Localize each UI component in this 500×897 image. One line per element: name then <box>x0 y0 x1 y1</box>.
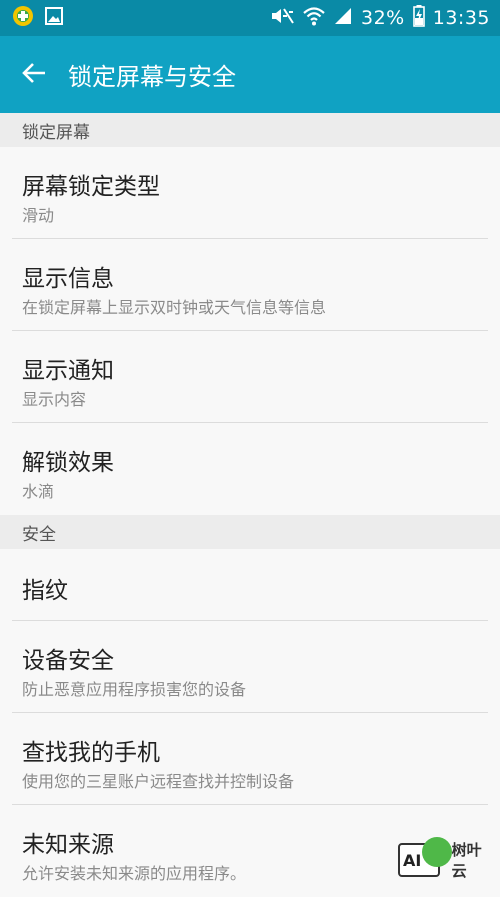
setting-show-info[interactable]: 显示信息 在锁定屏幕上显示双时钟或天气信息等信息 <box>0 239 500 331</box>
setting-find-my-mobile[interactable]: 查找我的手机 使用您的三星账户远程查找并控制设备 <box>0 713 500 805</box>
system-icons: 32% 13:35 <box>269 5 490 31</box>
app-notification-icon <box>12 5 34 31</box>
setting-show-notifications[interactable]: 显示通知 显示内容 <box>0 331 500 423</box>
status-bar: 32% 13:35 <box>0 0 500 36</box>
section-header-security: 安全 <box>0 515 500 549</box>
watermark-badge-text: AI <box>403 850 422 870</box>
setting-subtitle: 允许安装未知来源的应用程序。 <box>22 864 247 883</box>
setting-subtitle: 水滴 <box>22 482 55 501</box>
setting-title: 显示通知 <box>22 358 114 384</box>
setting-title: 设备安全 <box>22 648 114 674</box>
setting-subtitle: 在锁定屏幕上显示双时钟或天气信息等信息 <box>22 298 327 317</box>
section-header-lock-screen: 锁定屏幕 <box>0 113 500 147</box>
watermark-badge: AI <box>398 837 452 877</box>
watermark-text: 树叶云 <box>451 841 482 880</box>
clock: 13:35 <box>432 7 490 29</box>
setting-title: 显示信息 <box>22 266 114 292</box>
setting-screen-lock-type[interactable]: 屏幕锁定类型 滑动 <box>0 147 500 239</box>
battery-percent: 32% <box>361 7 405 29</box>
arrow-left-icon <box>21 60 47 90</box>
setting-fingerprint[interactable]: 指纹 <box>0 549 500 621</box>
toolbar: 锁定屏幕与安全 <box>0 36 500 113</box>
notification-icons <box>12 5 64 31</box>
settings-list: 锁定屏幕 屏幕锁定类型 滑动 显示信息 在锁定屏幕上显示双时钟或天气信息等信息 … <box>0 113 500 897</box>
setting-subtitle: 显示内容 <box>22 390 87 409</box>
wifi-icon <box>303 5 325 31</box>
setting-title: 未知来源 <box>22 832 114 858</box>
mute-icon <box>269 6 295 30</box>
watermark-logo: AI 树叶云 <box>398 837 496 882</box>
setting-subtitle: 使用您的三星账户远程查找并控制设备 <box>22 772 295 791</box>
setting-title: 查找我的手机 <box>22 740 160 766</box>
page-title: 锁定屏幕与安全 <box>68 63 236 91</box>
setting-title: 解锁效果 <box>22 450 114 476</box>
back-button[interactable] <box>0 36 68 113</box>
setting-subtitle: 滑动 <box>22 206 55 225</box>
setting-title: 指纹 <box>22 578 68 604</box>
leaf-icon <box>421 837 452 867</box>
setting-subtitle: 防止恶意应用程序损害您的设备 <box>22 680 247 699</box>
setting-unlock-effect[interactable]: 解锁效果 水滴 <box>0 423 500 515</box>
setting-title: 屏幕锁定类型 <box>22 174 160 200</box>
image-notification-icon <box>44 6 64 30</box>
signal-icon <box>333 6 353 30</box>
setting-device-security[interactable]: 设备安全 防止恶意应用程序损害您的设备 <box>0 621 500 713</box>
battery-icon <box>412 5 425 31</box>
